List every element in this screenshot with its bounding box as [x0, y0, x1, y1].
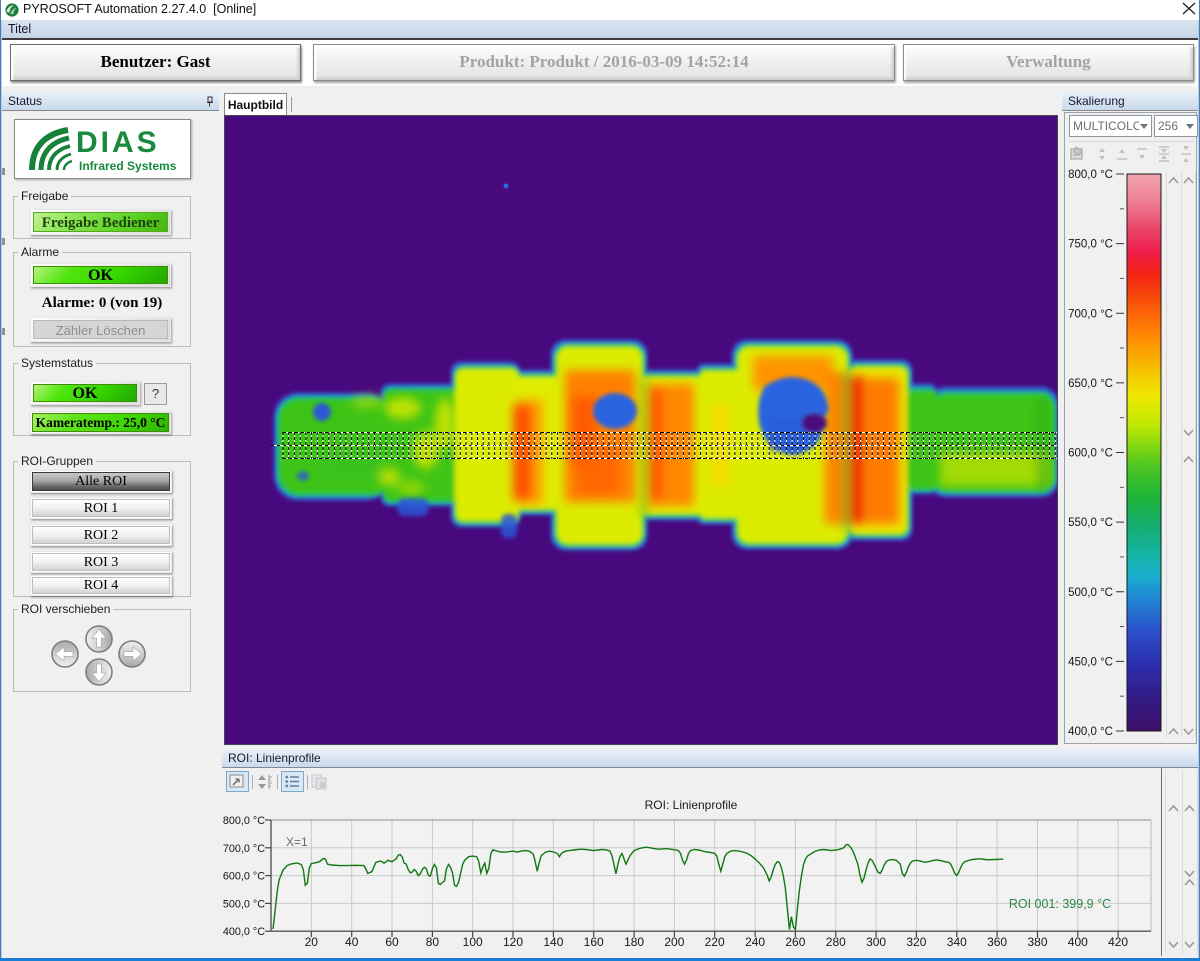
svg-text:800,0 °C: 800,0 °C [1068, 169, 1113, 181]
svg-text:140: 140 [543, 935, 563, 949]
svg-text:180: 180 [624, 935, 644, 949]
svg-text:400: 400 [1068, 935, 1088, 949]
svg-text:60: 60 [385, 935, 399, 949]
svg-text:500,0 °C: 500,0 °C [223, 898, 265, 910]
svg-text:240: 240 [745, 935, 765, 949]
svg-text:320: 320 [906, 935, 926, 949]
svg-text:160: 160 [584, 935, 604, 949]
svg-text:280: 280 [826, 935, 846, 949]
svg-text:100: 100 [463, 935, 483, 949]
svg-text:20: 20 [305, 935, 319, 949]
svg-text:500,0 °C: 500,0 °C [1068, 587, 1113, 599]
svg-text:120: 120 [503, 935, 523, 949]
svg-text:220: 220 [705, 935, 725, 949]
svg-text:750,0 °C: 750,0 °C [1068, 239, 1113, 251]
svg-text:600,0 °C: 600,0 °C [223, 871, 265, 883]
svg-text:420: 420 [1108, 935, 1128, 949]
svg-text:X=1: X=1 [286, 835, 308, 849]
svg-text:650,0 °C: 650,0 °C [1068, 378, 1113, 390]
svg-text:400,0 °C: 400,0 °C [223, 926, 265, 938]
svg-text:340: 340 [947, 935, 967, 949]
svg-text:300: 300 [866, 935, 886, 949]
svg-text:550,0 °C: 550,0 °C [1068, 517, 1113, 529]
svg-text:700,0 °C: 700,0 °C [223, 843, 265, 855]
svg-text:600,0 °C: 600,0 °C [1068, 448, 1113, 460]
svg-text:400,0 °C: 400,0 °C [1068, 726, 1113, 738]
svg-text:450,0 °C: 450,0 °C [1068, 656, 1113, 668]
svg-text:700,0 °C: 700,0 °C [1068, 308, 1113, 320]
svg-text:200: 200 [664, 935, 684, 949]
svg-text:ROI: Linienprofile: ROI: Linienprofile [645, 798, 738, 812]
svg-text:ROI 001: 399,9 °C: ROI 001: 399,9 °C [1009, 897, 1111, 911]
svg-text:40: 40 [345, 935, 359, 949]
svg-text:380: 380 [1027, 935, 1047, 949]
svg-text:260: 260 [785, 935, 805, 949]
svg-text:80: 80 [426, 935, 440, 949]
svg-text:360: 360 [987, 935, 1007, 949]
svg-text:800,0 °C: 800,0 °C [223, 815, 265, 827]
